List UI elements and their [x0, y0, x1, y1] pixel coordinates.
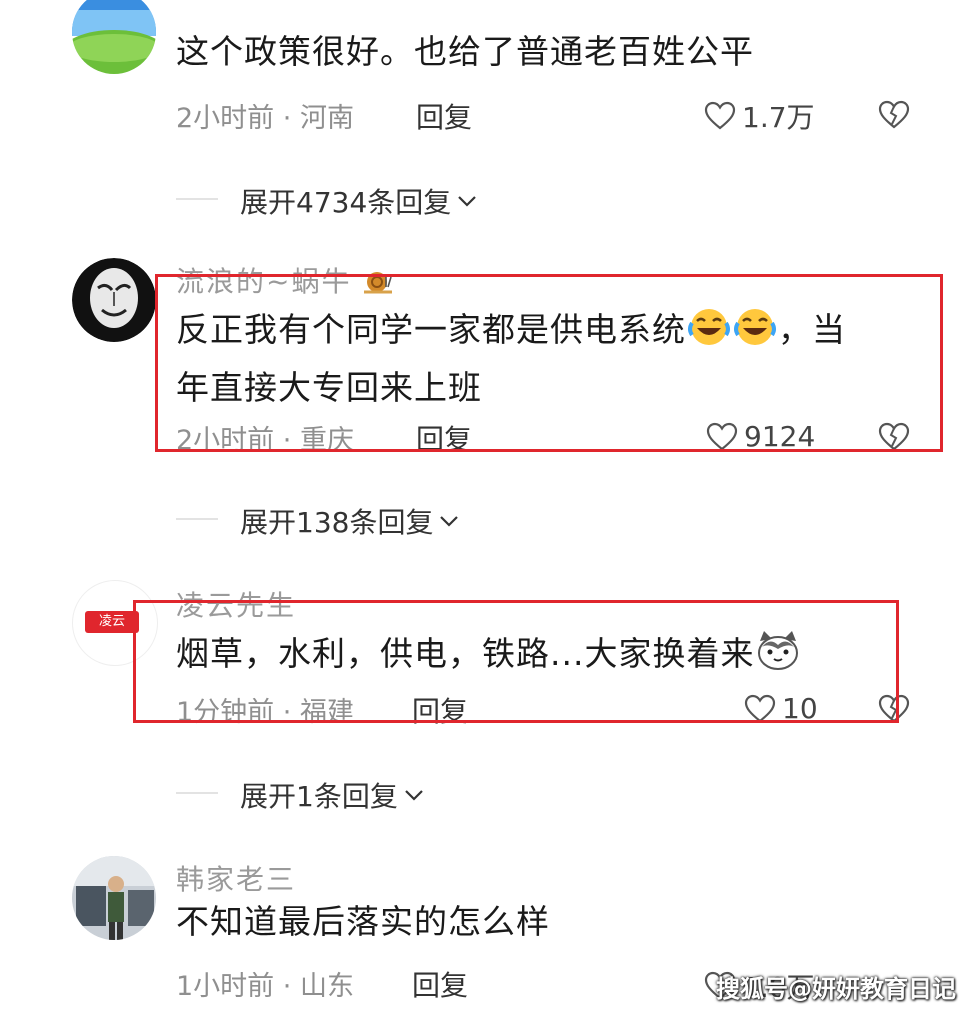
mask-avatar-icon	[72, 258, 156, 342]
avatar-logo: 凌云	[85, 611, 139, 633]
avatar[interactable]	[72, 856, 156, 940]
heart-icon	[704, 101, 736, 130]
comment-time: 2小时前	[176, 103, 275, 134]
comment-meta: 1小时前 · 山东	[176, 964, 354, 1003]
meta-separator: ·	[282, 971, 292, 1002]
avatar[interactable]	[72, 0, 156, 74]
chevron-down-icon	[458, 196, 477, 207]
comment-location: 河南	[299, 103, 354, 134]
comment-text: 不知道最后落实的怎么样	[176, 902, 550, 941]
like-count: 1.7万	[742, 101, 815, 134]
chevron-down-icon	[405, 790, 423, 801]
username[interactable]: 韩家老三	[176, 858, 296, 898]
comment-meta: 2小时前 · 河南	[176, 96, 354, 135]
comment-list: 这个政策很好。也给了普通老百姓公平 2小时前 · 河南 回复 1.7万 展开47…	[0, 0, 974, 1014]
chevron-down-icon	[440, 516, 459, 527]
avatar[interactable]	[72, 258, 156, 342]
meta-separator: ·	[282, 103, 292, 134]
expand-replies-button[interactable]: 展开138条回复	[240, 501, 461, 541]
person-photo-avatar-icon	[72, 856, 156, 940]
reply-button[interactable]: 回复	[412, 964, 468, 1004]
expand-divider	[176, 198, 218, 200]
watermark: 搜狐号@妍妍教育日记	[716, 975, 956, 1003]
expand-replies-label: 展开138条回复	[240, 506, 434, 539]
landscape-avatar-icon	[72, 0, 156, 74]
highlight-box	[133, 600, 899, 723]
expand-divider	[176, 518, 218, 520]
expand-replies-button[interactable]: 展开4734条回复	[240, 181, 479, 221]
expand-divider	[176, 792, 218, 794]
comment-time: 1小时前	[176, 971, 275, 1002]
broken-heart-icon	[878, 100, 910, 129]
highlight-box	[155, 274, 943, 452]
expand-replies-label: 展开4734条回复	[240, 186, 452, 219]
expand-replies-label: 展开1条回复	[240, 780, 398, 813]
dislike-button[interactable]	[878, 100, 910, 134]
like-button[interactable]: 1.7万	[704, 96, 815, 136]
reply-button[interactable]: 回复	[416, 96, 472, 136]
comment-text: 这个政策很好。也给了普通老百姓公平	[176, 32, 754, 71]
comment-location: 山东	[299, 971, 354, 1002]
expand-replies-button[interactable]: 展开1条回复	[240, 775, 426, 815]
avatar-logo-text: 凌云	[98, 614, 125, 629]
